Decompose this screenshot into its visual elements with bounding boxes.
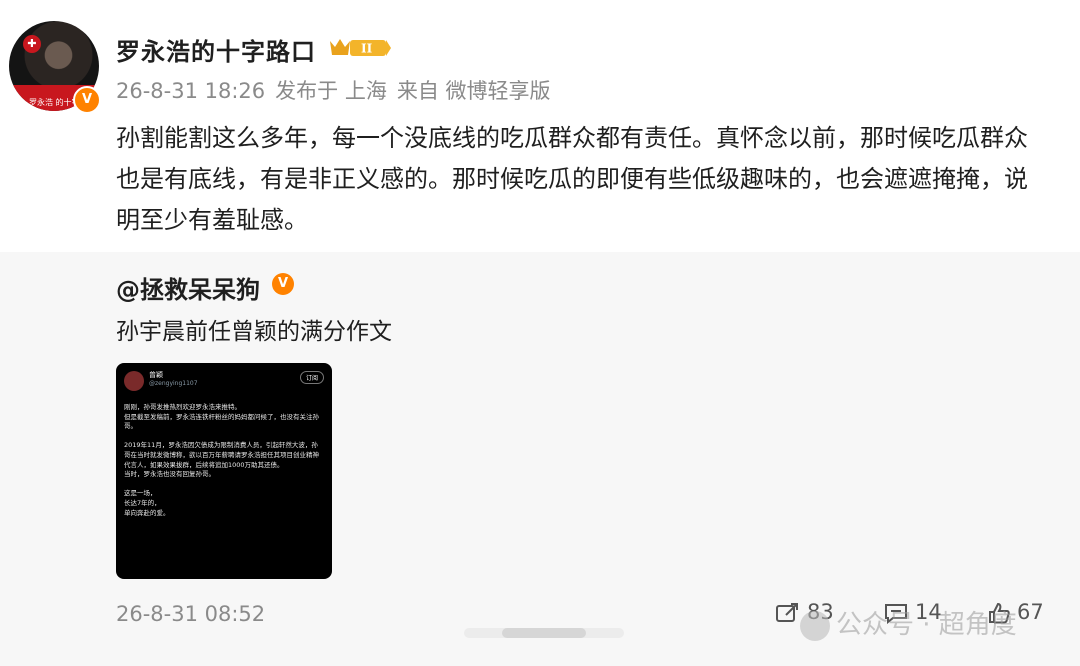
thumb-body: 刚刚，孙哥发推热烈欢迎罗永浩来推特。 但是截至发稿前，罗永浩连铁杆粉丝的妈妈都问…: [124, 403, 319, 517]
post-meta: 26-8-31 18:26 发布于 上海 来自 微博轻享版: [116, 75, 561, 105]
verified-icon: V: [73, 86, 101, 114]
rank-crown-icon[interactable]: II: [328, 35, 392, 59]
thumb-subscribe-button: 订阅: [299, 371, 324, 384]
thumb-handle: @zengying1107: [149, 380, 198, 387]
repost-image[interactable]: 曾颖 @zengying1107 订阅 刚刚，孙哥发推热烈欢迎罗永浩来推特。 但…: [116, 363, 332, 579]
repost-author[interactable]: @拯救呆呆狗: [116, 270, 260, 305]
repost-verified-icon: V: [272, 273, 294, 295]
author-name[interactable]: 罗永浩的十字路口: [116, 32, 316, 67]
scroll-indicator: [464, 628, 624, 638]
thumb-avatar: [124, 371, 144, 391]
post-time[interactable]: 26-8-31 18:26: [116, 79, 265, 103]
post-body: 孙割能割这么多年，每一个没底线的吃瓜群众都有责任。真怀念以前，那时候吃瓜群众也是…: [116, 124, 1028, 234]
post-source[interactable]: 来自 微博轻享版: [397, 79, 551, 103]
avatar-logo-icon: ✚: [23, 35, 41, 53]
repost-text: 孙宇晨前任曾颖的满分作文: [116, 319, 392, 345]
thumb-name: 曾颖: [149, 371, 163, 379]
repost-icon: [776, 603, 798, 622]
watermark-text: 公众号 · 超角度: [836, 610, 1017, 640]
post-card: ✚ 罗永浩 的十字路口 V 罗永浩的十字路口 II 26-8-31 18:26 发…: [0, 0, 1080, 252]
repost-card[interactable]: @拯救呆呆狗 V 孙宇晨前任曾颖的满分作文 曾颖 @zengying1107 订…: [0, 252, 1080, 666]
svg-text:II: II: [361, 42, 373, 56]
wechat-logo-icon: [800, 610, 830, 641]
like-count: 67: [1017, 600, 1044, 624]
watermark: 公众号 · 超角度: [800, 604, 1017, 641]
repost-time[interactable]: 26-8-31 08:52: [116, 602, 265, 626]
post-location: 发布于 上海: [275, 79, 387, 103]
